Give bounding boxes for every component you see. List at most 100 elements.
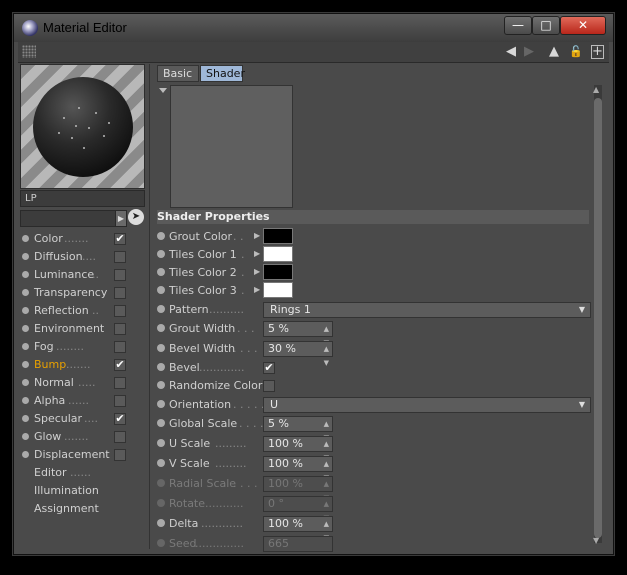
channel-bump[interactable]: Bump....... ✔ xyxy=(20,356,145,374)
prop-tiles-color-3: Tiles Color 3. ▶ xyxy=(157,282,589,300)
back-arrow-icon[interactable]: ◀ xyxy=(506,44,516,60)
prop-rotate: Rotate........... 0 °▲▼ xyxy=(157,495,589,522)
radial-scale-input: 100 %▲▼ xyxy=(263,476,333,502)
prop-u-scale: U Scale......... 100 %▲▼ xyxy=(157,435,589,462)
tab-shader[interactable]: Shader xyxy=(200,65,245,82)
u-scale-input[interactable]: 100 %▲▼ xyxy=(263,436,333,462)
channel-checkbox[interactable] xyxy=(114,449,126,461)
material-name-field[interactable]: LP xyxy=(20,190,145,207)
expand-arrow-icon[interactable]: ▶ xyxy=(254,249,260,258)
channel-fog[interactable]: Fog........ xyxy=(20,338,145,356)
bevel-checkbox[interactable]: ✔ xyxy=(263,362,275,374)
expand-arrow-icon[interactable]: ▶ xyxy=(254,267,260,276)
prop-bevel: Bevel............. ✔ xyxy=(157,359,589,377)
tab-basic[interactable]: Basic xyxy=(157,65,199,82)
scrollbar-thumb[interactable] xyxy=(594,98,602,538)
prop-seed: Seed.............. 665 xyxy=(157,535,589,553)
channel-checkbox[interactable] xyxy=(114,377,126,389)
toolbar: ◀ ▶ ▲ 🔓 + xyxy=(18,42,609,63)
scroll-up-icon[interactable]: ▲ xyxy=(593,85,599,94)
channel-dot xyxy=(22,235,29,242)
v-scale-input[interactable]: 100 %▲▼ xyxy=(263,456,333,482)
channel-checkbox[interactable] xyxy=(114,395,126,407)
channel-checkbox[interactable]: ✔ xyxy=(114,413,126,425)
bevel-width-input[interactable]: 30 % ▲ ▼ xyxy=(263,341,333,367)
channel-color[interactable]: Color....... ✔ xyxy=(20,230,145,248)
page-illumination[interactable]: Illumination xyxy=(20,482,145,500)
right-panel: Basic Shader ▲ ▼ Shader Properties Grout… xyxy=(153,64,609,552)
delta-input[interactable]: 100 %▲▼ xyxy=(263,516,333,542)
grout-width-input[interactable]: 5 %▲▼ xyxy=(263,321,333,347)
panel-divider[interactable] xyxy=(149,64,150,549)
channel-glow[interactable]: Glow....... xyxy=(20,428,145,446)
page-assignment[interactable]: Assignment xyxy=(20,500,145,518)
channel-checkbox[interactable]: ✔ xyxy=(114,233,126,245)
pattern-select[interactable]: Rings 1 ▼ xyxy=(263,302,591,318)
window-title: Material Editor xyxy=(43,20,127,35)
collapse-triangle-icon[interactable] xyxy=(159,88,167,93)
randomize-color-checkbox[interactable] xyxy=(263,380,275,392)
prop-randomize-color: Randomize Color xyxy=(157,377,589,395)
channel-list: Color....... ✔ Diffusion.... Luminance.. … xyxy=(20,230,145,518)
tiles-color-2-swatch[interactable] xyxy=(263,264,293,280)
tiles-color-3-swatch[interactable] xyxy=(263,282,293,298)
tiles-color-1-swatch[interactable] xyxy=(263,246,293,262)
channel-checkbox[interactable] xyxy=(114,341,126,353)
grip-icon[interactable] xyxy=(22,45,36,58)
prop-tiles-color-1: Tiles Color 1. ▶ xyxy=(157,246,589,264)
prop-global-scale: Global Scale. . . . 5 %▲▼ xyxy=(157,415,589,442)
minimize-button[interactable]: — xyxy=(504,16,532,35)
channel-checkbox[interactable] xyxy=(114,251,126,263)
channel-displacement[interactable]: Displacement xyxy=(20,446,145,464)
dropdown-arrow-icon[interactable]: ▶ xyxy=(115,210,127,227)
channel-normal[interactable]: Normal..... xyxy=(20,374,145,392)
section-header[interactable]: Shader Properties xyxy=(157,210,589,224)
new-window-icon[interactable]: + xyxy=(591,45,604,59)
material-preview[interactable] xyxy=(20,64,145,189)
prop-tiles-color-2: Tiles Color 2. ▶ xyxy=(157,264,589,282)
scroll-down-icon[interactable]: ▼ xyxy=(593,536,599,545)
channel-diffusion[interactable]: Diffusion.... xyxy=(20,248,145,266)
rotate-input: 0 °▲▼ xyxy=(263,496,333,522)
prop-bevel-width: Bevel Width. . . . 30 % ▲ ▼ xyxy=(157,340,589,367)
prop-grout-color: Grout Color. . ▶ xyxy=(157,228,589,246)
prop-grout-width: Grout Width. . . 5 %▲▼ xyxy=(157,320,589,347)
prop-radial-scale: Radial Scale. . . . 100 %▲▼ xyxy=(157,475,589,502)
orientation-select[interactable]: U ▼ xyxy=(263,397,591,413)
navigate-up-icon[interactable]: ▲ xyxy=(549,44,559,60)
prop-pattern: Pattern.......... Rings 1 ▼ xyxy=(157,301,591,319)
grout-color-swatch[interactable] xyxy=(263,228,293,244)
left-panel: LP ▶ ➤ Color....... ✔ Diffusion.... Lumin… xyxy=(20,64,145,549)
title-bar[interactable]: Material Editor — □ ✕ xyxy=(14,14,613,42)
channel-checkbox[interactable] xyxy=(114,287,126,299)
material-dropdown[interactable] xyxy=(20,210,117,227)
chevron-down-icon: ▼ xyxy=(578,400,585,409)
channel-checkbox[interactable]: ✔ xyxy=(114,359,126,371)
prop-orientation: Orientation. . . . . U ▼ xyxy=(157,396,591,414)
prop-v-scale: V Scale......... 100 %▲▼ xyxy=(157,455,589,482)
animate-dot[interactable] xyxy=(157,232,165,240)
maximize-button[interactable]: □ xyxy=(532,16,560,35)
close-button[interactable]: ✕ xyxy=(560,16,606,35)
global-scale-input[interactable]: 5 %▲▼ xyxy=(263,416,333,442)
seed-input: 665 xyxy=(263,536,333,552)
preview-sphere xyxy=(33,77,133,177)
lock-icon[interactable]: 🔓 xyxy=(569,44,583,60)
forward-arrow-icon[interactable]: ▶ xyxy=(524,44,534,60)
page-editor[interactable]: Editor...... xyxy=(20,464,145,482)
channel-checkbox[interactable] xyxy=(114,323,126,335)
channel-specular[interactable]: Specular.... ✔ xyxy=(20,410,145,428)
channel-alpha[interactable]: Alpha...... xyxy=(20,392,145,410)
channel-checkbox[interactable] xyxy=(114,431,126,443)
channel-checkbox[interactable] xyxy=(114,269,126,281)
texture-preview xyxy=(170,85,293,208)
pick-arrow-icon[interactable]: ➤ xyxy=(128,209,144,225)
channel-environment[interactable]: Environment xyxy=(20,320,145,338)
chevron-down-icon: ▼ xyxy=(578,305,585,314)
channel-luminance[interactable]: Luminance.. xyxy=(20,266,145,284)
channel-transparency[interactable]: Transparency xyxy=(20,284,145,302)
channel-checkbox[interactable] xyxy=(114,305,126,317)
channel-reflection[interactable]: Reflection.. xyxy=(20,302,145,320)
expand-arrow-icon[interactable]: ▶ xyxy=(254,285,260,294)
expand-arrow-icon[interactable]: ▶ xyxy=(254,231,260,240)
